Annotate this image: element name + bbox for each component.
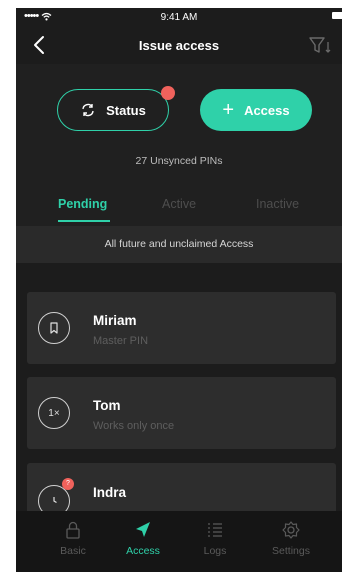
plus-icon: + [222, 99, 235, 121]
tab-access-label: Access [126, 545, 160, 557]
bookmark-icon [38, 312, 70, 344]
phone-screen: ••••• 9:41 AM Issue access Status + Acce… [16, 8, 342, 572]
status-bar: ••••• 9:41 AM [16, 8, 342, 26]
tab-logs-label: Logs [203, 545, 227, 557]
tab-inactive[interactable]: Inactive [256, 197, 299, 211]
lock-icon [66, 521, 80, 539]
sync-icon [82, 103, 94, 117]
list-icon [208, 523, 222, 537]
list-item-subtitle: Works only once [93, 420, 175, 432]
tab-access[interactable]: Access [108, 519, 178, 557]
tab-active[interactable]: Active [162, 197, 196, 211]
once-icon-text: 1× [48, 407, 60, 419]
page-title: Issue access [138, 38, 220, 53]
once-icon: 1× [38, 397, 70, 429]
filter-sort-icon[interactable] [308, 34, 332, 56]
tab-settings[interactable]: Settings [256, 519, 326, 557]
add-access-button[interactable]: + Access [200, 89, 312, 131]
navigation-bar: Issue access [16, 26, 342, 64]
unsynced-pins-count: 27 Unsynced PINs [135, 155, 223, 167]
tab-basic-label: Basic [60, 545, 86, 557]
battery-icon [332, 12, 342, 19]
tab-pending[interactable]: Pending [58, 197, 107, 211]
gear-icon [282, 521, 300, 539]
list-item-name: Miriam [93, 313, 137, 328]
alert-badge: ? [62, 478, 74, 490]
list-item-miriam[interactable]: Miriam Master PIN [27, 292, 336, 364]
access-button-label: Access [244, 102, 290, 118]
status-button[interactable]: Status [57, 89, 169, 131]
clock-time: 9:41 AM [160, 12, 198, 23]
notification-dot [161, 86, 175, 100]
selected-tab-indicator [58, 220, 110, 222]
list-item-name: Indra [93, 485, 127, 500]
tab-basic[interactable]: Basic [38, 519, 108, 557]
status-button-label: Status [106, 102, 146, 118]
send-icon [136, 522, 150, 537]
action-area: Status + Access 27 Unsynced PINs Pending… [16, 64, 342, 226]
tab-settings-label: Settings [272, 545, 310, 557]
list-item-name: Tom [93, 398, 121, 413]
list-item-tom[interactable]: 1× Tom Works only once [27, 377, 336, 449]
list-item-subtitle: Master PIN [93, 335, 149, 347]
tab-logs[interactable]: Logs [180, 519, 250, 557]
bottom-tab-bar: Basic Access Logs Settings [16, 511, 342, 572]
section-header: All future and unclaimed Access [16, 226, 342, 263]
